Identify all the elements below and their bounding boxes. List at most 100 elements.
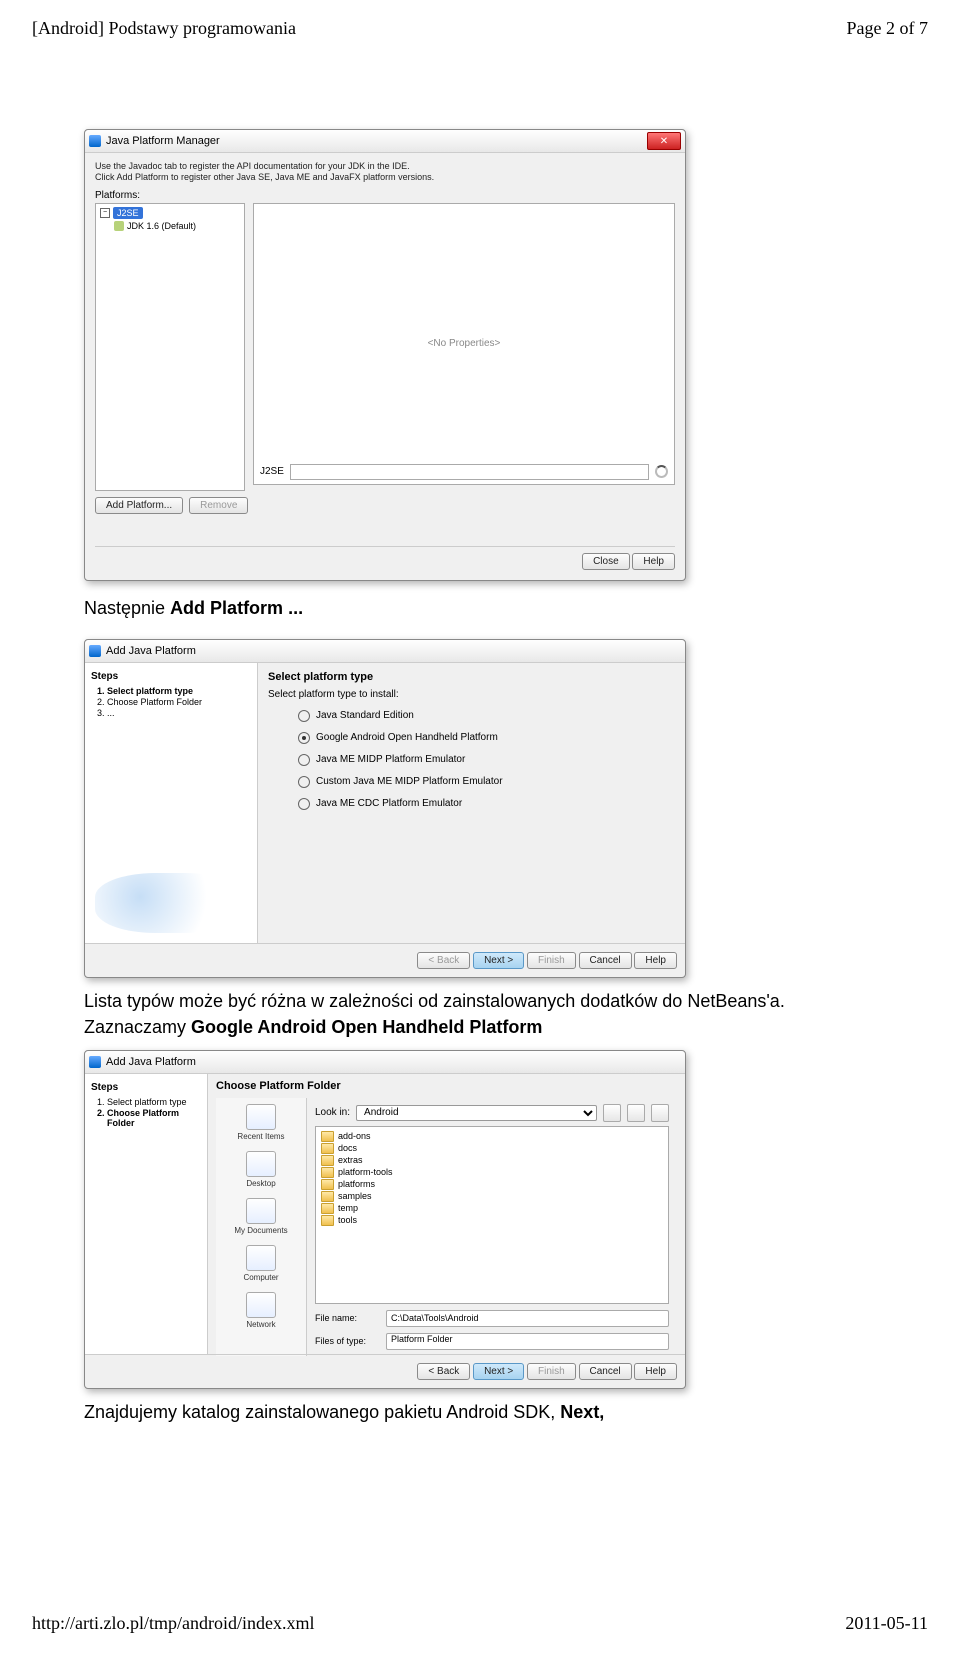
radio-me-midp[interactable] [298,754,310,766]
folder-item[interactable]: extras [321,1155,663,1166]
folder-label: samples [338,1191,372,1201]
place-documents[interactable]: My Documents [234,1198,287,1235]
dialog-title: Java Platform Manager [106,135,220,147]
close-button[interactable]: Close [582,553,630,570]
p2-bold: Google Android Open Handheld Platform [191,1017,542,1037]
add-platform-button[interactable]: Add Platform... [95,497,183,514]
radio-label: Java Standard Edition [316,710,414,721]
documents-icon [246,1198,276,1224]
add-java-platform-type-dialog: Add Java Platform Steps Select platform … [84,639,686,978]
p3-text: Znajdujemy katalog zainstalowanego pakie… [84,1402,560,1422]
filetype-dropdown[interactable]: Platform Folder [386,1333,669,1350]
radio-label: Java ME CDC Platform Emulator [316,798,462,809]
folder-item[interactable]: platforms [321,1179,663,1190]
p1-bold: Add Platform ... [170,598,303,618]
network-icon [246,1292,276,1318]
steps-heading: Steps [91,671,251,682]
radio-me-cdc[interactable] [298,798,310,810]
place-network[interactable]: Network [246,1292,276,1329]
folder-icon [321,1215,334,1226]
filename-input[interactable] [386,1310,669,1327]
cancel-button[interactable]: Cancel [579,952,632,969]
radio-android[interactable] [298,732,310,744]
radio-custom-midp[interactable] [298,776,310,788]
help-button[interactable]: Help [634,1363,677,1380]
properties-panel: <No Properties> J2SE [253,203,675,485]
panel-heading: Select platform type [268,671,675,683]
close-icon[interactable] [667,644,681,658]
next-button[interactable]: Next > [473,1363,524,1380]
titlebar[interactable]: Add Java Platform [85,640,685,663]
add-java-platform-folder-dialog: Add Java Platform Steps Select platform … [84,1050,686,1389]
help-button[interactable]: Help [632,553,675,570]
titlebar[interactable]: Java Platform Manager ✕ [85,130,685,153]
file-list[interactable]: add-ons docs extras platform-tools platf… [315,1126,669,1304]
step-2: Choose Platform Folder [107,697,251,707]
step-1: Select platform type [107,686,251,696]
next-button[interactable]: Next > [473,952,524,969]
place-computer[interactable]: Computer [243,1245,278,1282]
cancel-button[interactable]: Cancel [579,1363,632,1380]
close-icon[interactable] [667,1055,681,1069]
folder-label: extras [338,1155,363,1165]
folder-icon [321,1203,334,1214]
name-label: J2SE [260,466,284,477]
place-label: Recent Items [237,1132,284,1141]
java-icon [89,645,101,657]
titlebar[interactable]: Add Java Platform [85,1051,685,1074]
step-1: Select platform type [107,1097,201,1107]
folder-icon [321,1191,334,1202]
tree-item-j2se[interactable]: J2SE [113,207,143,219]
platforms-label: Platforms: [95,190,675,201]
java-platform-manager-dialog: Java Platform Manager ✕ Use the Javadoc … [84,129,686,581]
page-footer-url: http://arti.zlo.pl/tmp/android/index.xml [32,1613,314,1634]
radio-java-se[interactable] [298,710,310,722]
radio-label: Java ME MIDP Platform Emulator [316,754,465,765]
java-icon [89,135,101,147]
place-recent[interactable]: Recent Items [237,1104,284,1141]
folder-icon [321,1131,334,1142]
spinner-icon [655,465,668,478]
folder-item[interactable]: samples [321,1191,663,1202]
page-footer-date: 2011-05-11 [845,1613,928,1634]
back-button: < Back [417,952,470,969]
folder-item[interactable]: add-ons [321,1131,663,1142]
back-button[interactable]: < Back [417,1363,470,1380]
folder-item[interactable]: tools [321,1215,663,1226]
paragraph-1: Następnie Add Platform ... [84,595,868,621]
page-header-title: [Android] Podstawy programowania [32,18,296,39]
folder-item[interactable]: temp [321,1203,663,1214]
folder-icon [321,1155,334,1166]
folder-label: platform-tools [338,1167,393,1177]
home-button[interactable] [627,1104,645,1122]
up-folder-button[interactable] [603,1104,621,1122]
dialog-title: Add Java Platform [106,645,196,657]
finish-button: Finish [527,1363,576,1380]
close-icon[interactable]: ✕ [647,132,681,150]
computer-icon [246,1245,276,1271]
platform-name-input[interactable] [290,464,649,480]
folder-label: add-ons [338,1131,371,1141]
place-label: Computer [243,1273,278,1282]
finish-button: Finish [527,952,576,969]
panel-subtitle: Select platform type to install: [268,689,675,700]
place-label: My Documents [234,1226,287,1235]
platform-icon [114,221,124,231]
folder-item[interactable]: platform-tools [321,1167,663,1178]
filetype-label: Files of type: [315,1336,380,1346]
folder-item[interactable]: docs [321,1143,663,1154]
lookin-dropdown[interactable]: Android [356,1105,597,1121]
dialog-title: Add Java Platform [106,1056,196,1068]
p3-bold: Next, [560,1402,604,1422]
new-folder-button[interactable] [651,1104,669,1122]
place-label: Desktop [246,1179,275,1188]
place-desktop[interactable]: Desktop [246,1151,276,1188]
platforms-tree[interactable]: − J2SE JDK 1.6 (Default) [95,203,245,491]
hint-text-1: Use the Javadoc tab to register the API … [95,161,675,172]
tree-collapse-icon[interactable]: − [100,208,110,218]
folder-icon [321,1143,334,1154]
tree-item-jdk[interactable]: JDK 1.6 (Default) [127,221,196,231]
folder-label: tools [338,1215,357,1225]
filename-label: File name: [315,1313,380,1323]
help-button[interactable]: Help [634,952,677,969]
